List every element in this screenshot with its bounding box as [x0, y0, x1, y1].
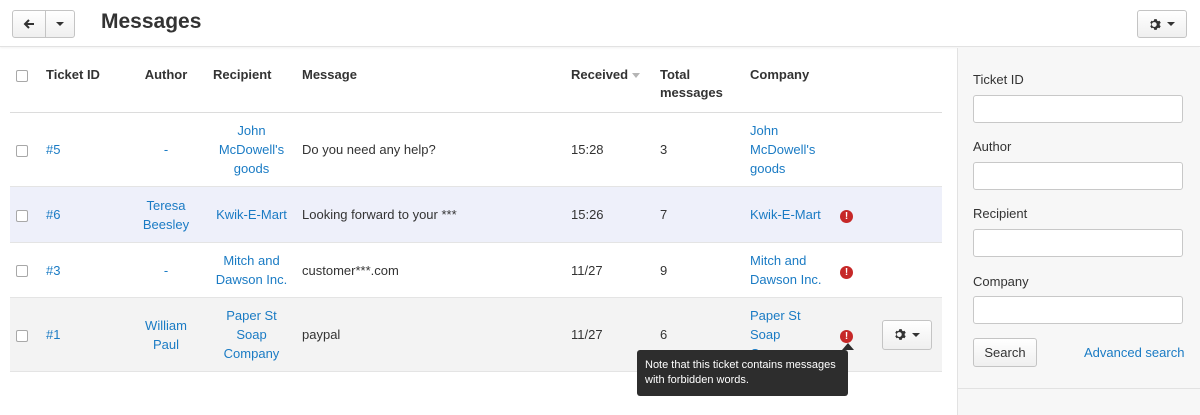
recipient-link[interactable]: Mitch and Dawson Inc.	[216, 253, 288, 287]
top-toolbar: Messages	[0, 0, 1200, 47]
sort-caret-icon	[632, 73, 641, 79]
author-link[interactable]: -	[164, 263, 168, 278]
caret-down-icon	[56, 22, 64, 26]
exclamation-circle-icon[interactable]: !	[840, 330, 853, 343]
table-header-row: Ticket ID Author Recipient Message Recei…	[10, 48, 942, 113]
author-input[interactable]	[973, 162, 1183, 190]
caret-down-icon	[1167, 22, 1175, 26]
recipient-label: Recipient	[973, 206, 1028, 221]
author-link[interactable]: William Paul	[145, 318, 187, 352]
company-link[interactable]: John McDowell's goods	[750, 123, 815, 176]
author-label: Author	[973, 139, 1012, 154]
ticket-id-link[interactable]: #5	[46, 142, 60, 157]
column-author[interactable]: Author	[125, 48, 207, 113]
column-received-label: Received	[571, 67, 629, 82]
company-label: Company	[973, 274, 1029, 289]
row-checkbox[interactable]	[16, 329, 28, 342]
row-checkbox[interactable]	[16, 144, 28, 157]
column-company[interactable]: Company	[744, 48, 834, 113]
tooltip-arrow	[842, 343, 854, 350]
row-checkbox[interactable]	[16, 265, 28, 278]
total-messages-count: 9	[654, 242, 744, 298]
gear-icon	[1150, 18, 1161, 30]
received-time: 15:28	[565, 112, 654, 187]
messages-table: Ticket ID Author Recipient Message Recei…	[10, 48, 942, 372]
ticket-id-link[interactable]: #6	[46, 207, 60, 222]
column-recipient[interactable]: Recipient	[207, 48, 296, 113]
column-message[interactable]: Message	[296, 48, 565, 113]
message-text: paypal	[296, 297, 565, 372]
ticket-id-link[interactable]: #1	[46, 327, 60, 342]
page-title: Messages	[101, 10, 202, 33]
row-checkbox[interactable]	[16, 209, 28, 222]
company-link[interactable]: Kwik-E-Mart	[750, 207, 821, 222]
gear-icon	[895, 329, 906, 340]
sidebar-divider	[958, 388, 1200, 389]
arrow-left-icon	[23, 19, 34, 29]
search-sidebar: Ticket ID Author Recipient Company Searc…	[957, 48, 1200, 415]
ticket-id-link[interactable]: #3	[46, 263, 60, 278]
back-dropdown-button[interactable]	[45, 10, 75, 38]
recipient-link[interactable]: Kwik-E-Mart	[216, 207, 287, 222]
company-input[interactable]	[973, 296, 1183, 324]
total-messages-count: 7	[654, 186, 744, 243]
row-actions-gear-button[interactable]	[882, 319, 932, 350]
back-button[interactable]	[12, 10, 46, 38]
company-link[interactable]: Mitch and Dawson Inc.	[750, 253, 822, 287]
recipient-link[interactable]: Paper St Soap Company	[224, 308, 280, 361]
table-row[interactable]: #6 Teresa Beesley Kwik-E-Mart Looking fo…	[10, 186, 942, 243]
message-text: Looking forward to your ***	[296, 186, 565, 243]
column-total-messages[interactable]: Total messages	[654, 48, 744, 113]
select-all-checkbox[interactable]	[16, 69, 28, 82]
author-link[interactable]: -	[164, 142, 168, 157]
advanced-search-link[interactable]: Advanced search	[1084, 345, 1184, 360]
received-time: 11/27	[565, 242, 654, 298]
received-time: 15:26	[565, 186, 654, 243]
ticket-id-input[interactable]	[973, 95, 1183, 123]
recipient-input[interactable]	[973, 229, 1183, 257]
message-text: Do you need any help?	[296, 112, 565, 187]
ticket-id-label: Ticket ID	[973, 72, 1024, 87]
table-row[interactable]: #5 - John McDowell's goods Do you need a…	[10, 112, 942, 187]
search-button[interactable]: Search	[973, 338, 1037, 367]
message-text: customer***.com	[296, 242, 565, 298]
forbidden-words-tooltip: Note that this ticket contains messages …	[637, 350, 848, 396]
caret-down-icon	[912, 332, 920, 337]
total-messages-count: 3	[654, 112, 744, 187]
author-link[interactable]: Teresa Beesley	[143, 198, 189, 232]
column-received[interactable]: Received	[565, 48, 654, 113]
exclamation-circle-icon[interactable]: !	[840, 265, 853, 279]
table-row[interactable]: #3 - Mitch and Dawson Inc. customer***.c…	[10, 242, 942, 298]
exclamation-circle-icon[interactable]: !	[840, 210, 853, 223]
recipient-link[interactable]: John McDowell's goods	[219, 123, 284, 176]
settings-gear-button[interactable]	[1137, 10, 1187, 38]
column-ticket-id[interactable]: Ticket ID	[40, 48, 125, 113]
